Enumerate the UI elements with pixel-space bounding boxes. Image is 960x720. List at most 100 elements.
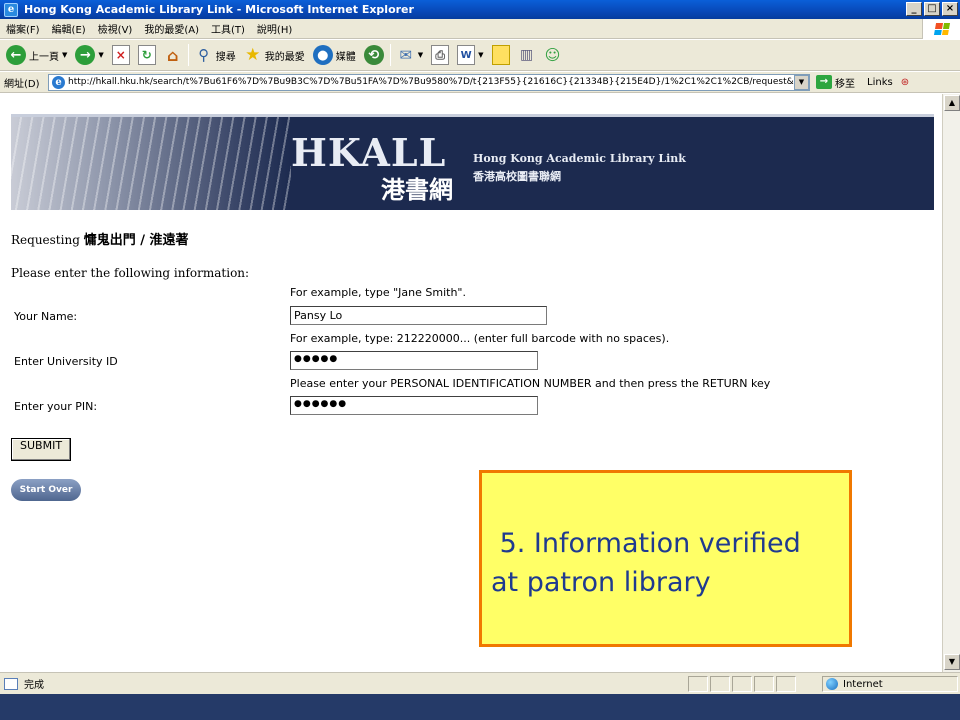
address-dropdown-icon[interactable]: ▼ [794, 74, 809, 90]
word-icon: W [457, 45, 476, 65]
search-label: 搜尋 [215, 51, 236, 63]
menu-view[interactable]: 檢視(V) [92, 21, 139, 36]
windows-flag-icon [933, 23, 950, 35]
name-hint: For example, type "Jane Smith". [290, 286, 466, 299]
stop-button[interactable]: × [110, 42, 132, 68]
back-dropdown-icon[interactable]: ▼ [62, 51, 67, 59]
history-button[interactable]: ⟲ [362, 42, 386, 68]
status-pane [776, 676, 796, 692]
toolbar-separator [187, 44, 189, 66]
favorites-button[interactable]: ★ 我的最愛 [242, 42, 307, 68]
banner-book-image [11, 117, 291, 210]
pin-label: Enter your PIN: [14, 400, 98, 413]
status-panes [688, 676, 796, 692]
address-url[interactable]: http://hkall.hku.hk/search/t%7Bu61F6%7D%… [68, 77, 794, 87]
note-icon [491, 45, 510, 65]
go-button[interactable]: → 移至 [816, 75, 855, 90]
pin-input[interactable]: ●●●●●● [290, 396, 538, 415]
search-icon: ⚲ [198, 46, 210, 64]
hkall-banner: HKALL 港書網 Hong Kong Academic Library Lin… [11, 114, 934, 210]
name-label: Your Name: [14, 310, 78, 323]
media-label: 媒體 [335, 51, 356, 63]
home-icon: ⌂ [167, 45, 179, 65]
requesting-prefix: Requesting [11, 233, 80, 247]
status-bar: 完成 Internet [0, 672, 960, 694]
toolbar-separator [389, 44, 391, 66]
vertical-scrollbar[interactable]: ▲ ▼ [942, 94, 960, 672]
mail-dropdown-icon[interactable]: ▼ [418, 51, 423, 59]
back-arrow-icon: ← [6, 45, 26, 65]
go-label: 移至 [835, 78, 855, 90]
window-controls: _ □ × [906, 2, 958, 16]
favorites-label: 我的最愛 [264, 51, 305, 63]
close-button[interactable]: × [942, 2, 958, 16]
messenger-button[interactable]: ☺ [542, 42, 564, 68]
scroll-up-icon[interactable]: ▲ [944, 95, 960, 111]
scroll-down-icon[interactable]: ▼ [944, 654, 960, 670]
edit-dropdown-icon[interactable]: ▼ [478, 51, 483, 59]
university-id-label: Enter University ID [14, 355, 118, 368]
menu-file[interactable]: 檔案(F) [0, 21, 46, 36]
annotation-callout: 5. Information verified at patron librar… [479, 470, 852, 647]
window-title: Hong Kong Academic Library Link - Micros… [24, 3, 414, 16]
media-globe-icon: ● [312, 45, 333, 65]
menu-edit[interactable]: 編輯(E) [46, 21, 92, 36]
print-button[interactable]: ⎙ [429, 42, 451, 68]
history-icon: ⟲ [363, 45, 384, 65]
back-button[interactable]: ← 上一頁 ▼ [4, 42, 69, 68]
menu-help[interactable]: 說明(H) [251, 21, 298, 36]
status-text: 完成 [24, 680, 44, 691]
form-instruction: Please enter the following information: [11, 266, 250, 280]
start-over-button[interactable]: Start Over [11, 479, 81, 501]
banner-chinese-title: 港書網 [381, 175, 453, 204]
page-done-icon [4, 677, 18, 690]
zone-label: Internet [843, 678, 883, 690]
university-id-input[interactable]: ●●●●● [290, 351, 538, 370]
refresh-button[interactable]: ↻ [136, 42, 158, 68]
extra-toolbar-icon[interactable]: ⊛ [901, 77, 909, 88]
research-icon: ▥ [519, 47, 534, 63]
menu-favorites[interactable]: 我的最愛(A) [138, 21, 205, 36]
mail-button[interactable]: ✉ ▼ [395, 42, 425, 68]
status-pane [732, 676, 752, 692]
media-button[interactable]: ● 媒體 [311, 42, 358, 68]
discuss-button[interactable] [490, 42, 512, 68]
menu-bar: 檔案(F) 編輯(E) 檢視(V) 我的最愛(A) 工具(T) 說明(H) [0, 19, 960, 39]
research-button[interactable]: ▥ [516, 42, 538, 68]
refresh-icon: ↻ [137, 45, 156, 65]
toolbar: ← 上一頁 ▼ → ▼ × ↻ ⌂ ⚲ 搜尋 ★ 我的最愛 ● 媒體 ⟲ ✉ ▼… [0, 40, 960, 71]
messenger-icon: ☺ [544, 46, 561, 64]
back-label: 上一頁 [29, 51, 59, 63]
requested-item-title: 慵鬼出門 / 淮遠著 [83, 233, 189, 248]
home-button[interactable]: ⌂ [162, 42, 184, 68]
address-bar: 網址(D) e http://hkall.hku.hk/search/t%7Bu… [0, 72, 960, 93]
mail-icon: ✉ [399, 46, 413, 64]
address-input[interactable]: e http://hkall.hku.hk/search/t%7Bu61F6%7… [48, 73, 810, 91]
university-id-hint: For example, type: 212220000... (enter f… [290, 332, 670, 345]
title-bar: e Hong Kong Academic Library Link - Micr… [0, 0, 960, 19]
printer-icon: ⎙ [431, 45, 450, 65]
forward-arrow-icon: → [75, 45, 96, 65]
links-button[interactable]: Links [867, 77, 893, 88]
edit-button[interactable]: W ▼ [455, 42, 485, 68]
pin-hint: Please enter your PERSONAL IDENTIFICATIO… [290, 377, 771, 390]
requesting-line: Requesting 慵鬼出門 / 淮遠著 [11, 229, 189, 248]
banner-title: HKALL [291, 130, 447, 175]
banner-subtitle-zh: 香港高校圖書聯網 [473, 170, 561, 183]
submit-button[interactable]: SUBMIT [11, 438, 72, 461]
maximize-button[interactable]: □ [924, 2, 940, 16]
internet-globe-icon [826, 678, 838, 690]
forward-dropdown-icon[interactable]: ▼ [98, 51, 103, 59]
forward-button[interactable]: → ▼ [73, 42, 105, 68]
stop-icon: × [111, 45, 130, 65]
security-zone: Internet [822, 676, 958, 692]
status-pane [710, 676, 730, 692]
status-pane [688, 676, 708, 692]
taskbar [0, 694, 960, 720]
banner-subtitle-en: Hong Kong Academic Library Link [473, 152, 686, 165]
name-input[interactable]: Pansy Lo [290, 306, 547, 325]
search-button[interactable]: ⚲ 搜尋 [193, 42, 238, 68]
minimize-button[interactable]: _ [906, 2, 922, 16]
menu-tools[interactable]: 工具(T) [205, 21, 251, 36]
status-pane [754, 676, 774, 692]
